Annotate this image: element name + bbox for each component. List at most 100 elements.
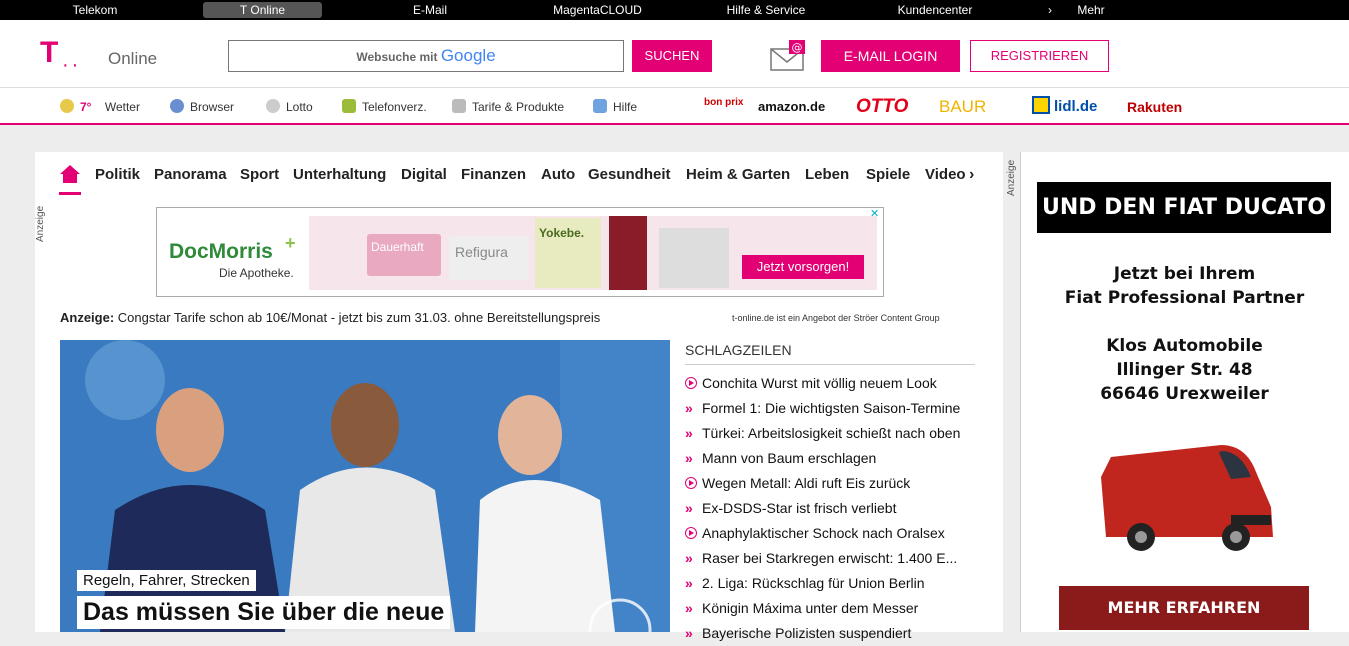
logo-dots: ·· (62, 54, 82, 76)
nav-heim-garten[interactable]: Heim & Garten (686, 166, 790, 183)
headline-item[interactable]: Anaphylaktischer Schock nach Oralsex (685, 521, 975, 546)
fiat-ad-line1: Jetzt bei Ihrem (1113, 264, 1256, 284)
headline-item[interactable]: Conchita Wurst mit völlig neuem Look (685, 371, 975, 396)
hero-headline: Das müssen Sie über die neue (77, 596, 451, 629)
topbar-link-magentacloud[interactable]: MagentaCLOUD (540, 0, 655, 20)
nav-spiele[interactable]: Spiele (866, 166, 910, 183)
help-question-icon (593, 99, 607, 113)
congstar-ad-line[interactable]: Anzeige: Congstar Tarife schon ab 10€/Mo… (60, 310, 600, 325)
ad-line-text: Congstar Tarife schon ab 10€/Monat - jet… (117, 310, 601, 325)
top-bar: Telekom T Online E-Mail MagentaCLOUD Hil… (0, 0, 1349, 20)
tariffs-label: Tarife & Produkte (472, 100, 565, 114)
google-logo: Google (440, 46, 496, 65)
topbar-link-kundencenter[interactable]: Kundencenter (885, 0, 985, 20)
t-online-logo[interactable]: T ·· Online (40, 36, 170, 77)
register-button[interactable]: REGISTRIEREN (970, 40, 1109, 72)
double-chevron-icon: » (685, 550, 693, 566)
headline-text: Raser bei Starkregen erwischt: 1.400 E..… (702, 550, 958, 566)
browser-label: Browser (190, 100, 235, 114)
brand-otto[interactable]: OTTO (856, 96, 908, 118)
tariffs-link[interactable]: Tarife & Produkte (452, 98, 564, 116)
nav-leben[interactable]: Leben (805, 166, 849, 183)
topbar-link-t-online[interactable]: T Online (203, 2, 322, 18)
search-button[interactable]: SUCHEN (632, 40, 712, 72)
headline-item[interactable]: » Raser bei Starkregen erwischt: 1.400 E.… (685, 546, 975, 571)
brand-amazon[interactable]: amazon.de (758, 96, 825, 118)
service-nav: 7° Wetter Browser Lotto Telefonverz. Tar… (0, 88, 1349, 125)
fiat-ad[interactable]: UND DEN FIAT DUCATO Jetzt bei Ihrem Fiat… (1020, 152, 1349, 632)
headline-item[interactable]: » Bayerische Polizisten suspendiert (685, 621, 975, 646)
headline-text: Ex-DSDS-Star ist frisch verliebt (702, 500, 897, 516)
headline-text: Conchita Wurst mit völlig neuem Look (702, 375, 937, 391)
browser-link[interactable]: Browser (170, 98, 234, 116)
video-play-icon (685, 477, 697, 489)
headline-text: Königin Máxima unter dem Messer (702, 600, 919, 616)
headline-text: Anaphylaktischer Schock nach Oralsex (702, 525, 945, 541)
lotto-ball-icon (266, 99, 280, 113)
telekom-t-icon: T (40, 36, 59, 69)
lidl-label: lidl.de (1054, 98, 1098, 115)
weather-link[interactable]: 7° Wetter (60, 98, 140, 116)
brand-bonprix[interactable]: bon prix (704, 98, 743, 120)
docmorris-ad[interactable]: DocMorris + Die Apotheke. Dauerhaft Refi… (156, 207, 884, 297)
adchoices-icon[interactable]: ✕ (870, 209, 881, 220)
topbar-link-email[interactable]: E-Mail (390, 0, 470, 20)
nav-politik[interactable]: Politik (95, 166, 140, 183)
headline-item[interactable]: » Mann von Baum erschlagen (685, 446, 975, 471)
topbar-link-telekom[interactable]: Telekom (60, 0, 130, 20)
email-icon[interactable]: @ (770, 40, 806, 72)
headline-item[interactable]: Wegen Metall: Aldi ruft Eis zurück (685, 471, 975, 496)
hero-teaser[interactable]: Regeln, Fahrer, Strecken Das müssen Sie … (60, 340, 670, 632)
double-chevron-icon: » (685, 625, 693, 641)
headline-item[interactable]: » Königin Máxima unter dem Messer (685, 596, 975, 621)
headlines-title: SCHLAGZEILEN (685, 342, 975, 365)
brand-rakuten[interactable]: Rakuten (1127, 96, 1182, 118)
topbar-link-mehr[interactable]: Mehr (1068, 0, 1114, 20)
phonebook-link[interactable]: Telefonverz. (342, 98, 427, 116)
fiat-van-image (1101, 445, 1273, 551)
brand-baur[interactable]: BAUR (939, 96, 986, 118)
double-chevron-icon: » (685, 400, 693, 416)
email-login-button[interactable]: E-MAIL LOGIN (821, 40, 960, 72)
search-input[interactable]: Websuche mit Google (228, 40, 624, 72)
fiat-ad-dealer2: Illinger Str. 48 (1116, 360, 1253, 380)
docmorris-cross-icon: + (285, 233, 296, 253)
headline-item[interactable]: » 2. Liga: Rückschlag für Union Berlin (685, 571, 975, 596)
search-prefix: Websuche mit (356, 50, 438, 64)
chevron-right-icon[interactable]: › (1040, 0, 1060, 20)
brand-lidl[interactable]: lidl.de (1032, 96, 1097, 118)
fiat-ad-dealer1: Klos Automobile (1106, 336, 1263, 356)
ad-product-5 (659, 228, 729, 288)
nav-panorama[interactable]: Panorama (154, 166, 227, 183)
nav-unterhaltung[interactable]: Unterhaltung (293, 166, 386, 183)
nav-finanzen[interactable]: Finanzen (461, 166, 526, 183)
stroer-note: t-online.de ist ein Angebot der Ströer C… (732, 313, 940, 323)
nav-video[interactable]: Video (925, 166, 966, 183)
headline-text: Türkei: Arbeitslosigkeit schießt nach ob… (702, 425, 961, 441)
nav-auto[interactable]: Auto (541, 166, 575, 183)
headline-item[interactable]: » Türkei: Arbeitslosigkeit schießt nach o… (685, 421, 975, 446)
logo-text: Online (108, 49, 158, 68)
home-icon[interactable] (59, 164, 81, 195)
nav-gesundheit[interactable]: Gesundheit (588, 166, 671, 183)
headline-text: Mann von Baum erschlagen (702, 450, 877, 466)
headline-item[interactable]: » Ex-DSDS-Star ist frisch verliebt (685, 496, 975, 521)
ad-cta-button[interactable]: Jetzt vorsorgen! (742, 255, 864, 279)
fiat-ad-banner: UND DEN FIAT DUCATO (1037, 182, 1331, 233)
topbar-link-hilfe[interactable]: Hilfe & Service (716, 0, 816, 20)
nav-digital[interactable]: Digital (401, 166, 447, 183)
lotto-label: Lotto (286, 100, 313, 114)
headline-item[interactable]: » Formel 1: Die wichtigsten Saison-Termin… (685, 396, 975, 421)
fiat-ad-dealer3: 66646 Urexweiler (1100, 384, 1269, 404)
help-link[interactable]: Hilfe (593, 98, 637, 116)
headline-text: Formel 1: Die wichtigsten Saison-Termine (702, 400, 961, 416)
weather-temp: 7° (80, 100, 92, 114)
lotto-link[interactable]: Lotto (266, 98, 313, 116)
double-chevron-icon: » (685, 500, 693, 516)
nav-sport[interactable]: Sport (240, 166, 279, 183)
main-content: Politik Panorama Sport Unterhaltung Digi… (35, 152, 1003, 641)
fiat-ad-cta-button[interactable]: MEHR ERFAHREN (1059, 586, 1309, 630)
headlines-list: SCHLAGZEILEN Conchita Wurst mit völlig n… (685, 342, 975, 646)
nav-scroll-right-icon[interactable]: › (969, 166, 974, 184)
ad-product-2: Refigura (449, 236, 529, 280)
